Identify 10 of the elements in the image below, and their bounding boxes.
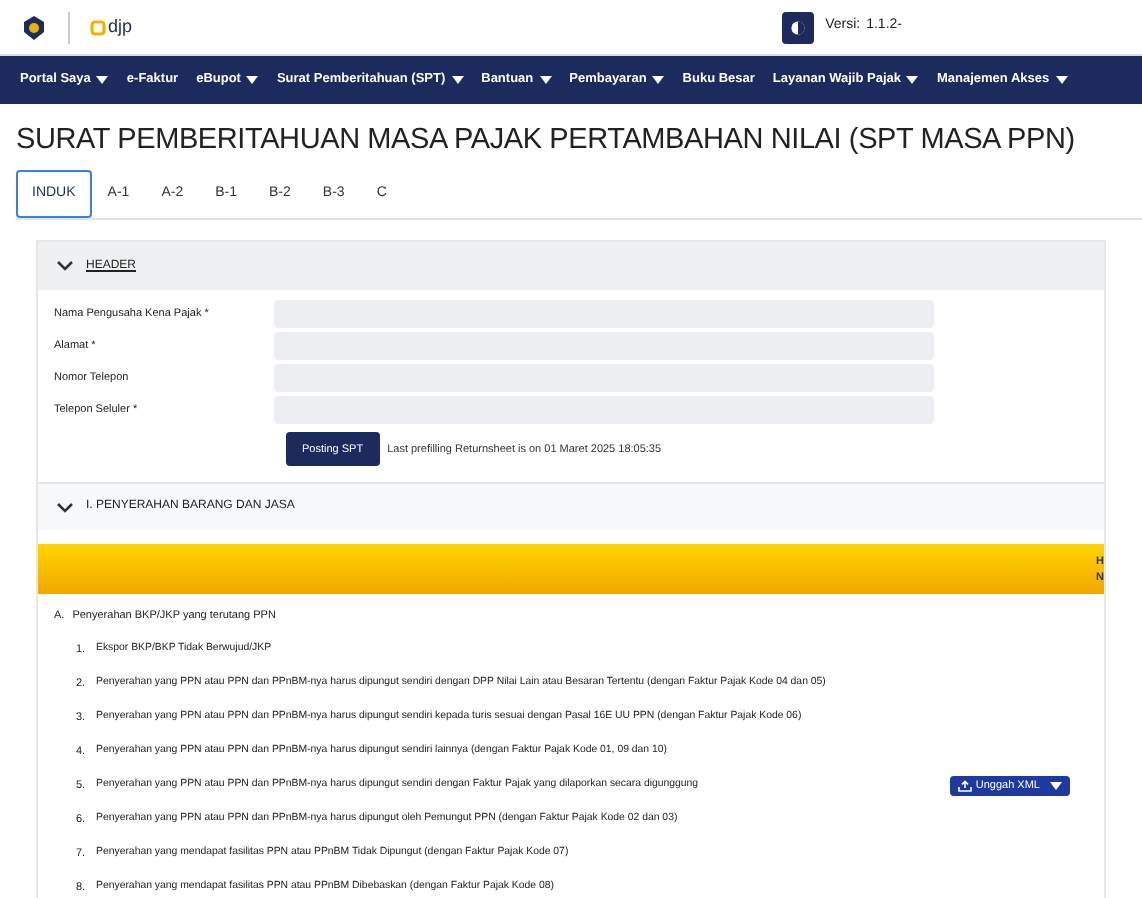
emblem-icon[interactable] bbox=[20, 13, 48, 41]
upload-icon bbox=[957, 779, 972, 792]
brand-name[interactable]: djp bbox=[108, 13, 133, 41]
contrast-icon bbox=[789, 19, 806, 35]
theme-button[interactable] bbox=[781, 11, 814, 43]
page-title: SURAT PEMBERITAHUAN MASA PAJAK PERTAMBAHAN NILAI (SPT MASA PPN) bbox=[16, 122, 1077, 160]
chevron-icon[interactable] bbox=[56, 501, 74, 514]
caret-icon bbox=[1050, 781, 1062, 790]
logo-icon bbox=[90, 19, 106, 35]
chevron-icon[interactable] bbox=[56, 260, 74, 273]
